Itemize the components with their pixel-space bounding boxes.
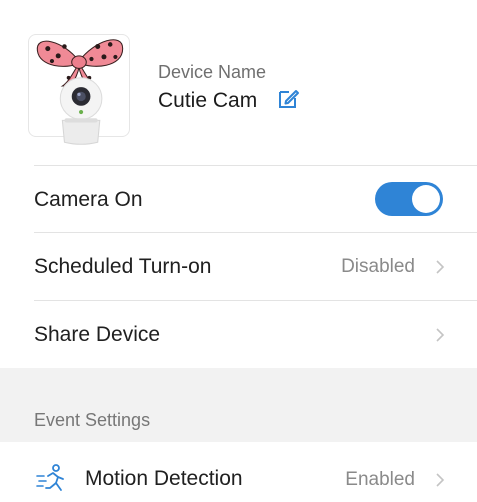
toggle-knob xyxy=(412,185,440,213)
camera-on-label: Camera On xyxy=(34,187,143,211)
camera-on-row: Camera On xyxy=(34,165,477,233)
camera-with-bow-image xyxy=(36,39,124,145)
event-settings-title: Event Settings xyxy=(34,410,151,430)
motion-detection-icon xyxy=(36,464,64,491)
chevron-right-icon xyxy=(436,328,445,342)
share-device-label: Share Device xyxy=(34,323,161,346)
chevron-right-icon xyxy=(436,259,445,274)
chevron-right-icon xyxy=(436,473,445,487)
device-name: Cutie Cam xyxy=(158,89,258,112)
share-device-row[interactable]: Share Device xyxy=(34,300,477,369)
motion-detection-value: Enabled xyxy=(345,469,415,490)
motion-detection-row[interactable]: Motion Detection Enabled xyxy=(0,442,477,502)
motion-detection-label: Motion Detection xyxy=(85,467,243,490)
edit-name-button[interactable] xyxy=(276,87,300,111)
edit-icon xyxy=(279,90,299,108)
camera-on-toggle[interactable] xyxy=(375,182,443,216)
scheduled-turn-on-label: Scheduled Turn-on xyxy=(34,254,212,278)
scheduled-turn-on-value: Disabled xyxy=(341,255,415,277)
device-thumbnail xyxy=(28,34,130,145)
scheduled-turn-on-row[interactable]: Scheduled Turn-on Disabled xyxy=(34,232,477,300)
device-name-label: Device Name xyxy=(158,62,267,82)
